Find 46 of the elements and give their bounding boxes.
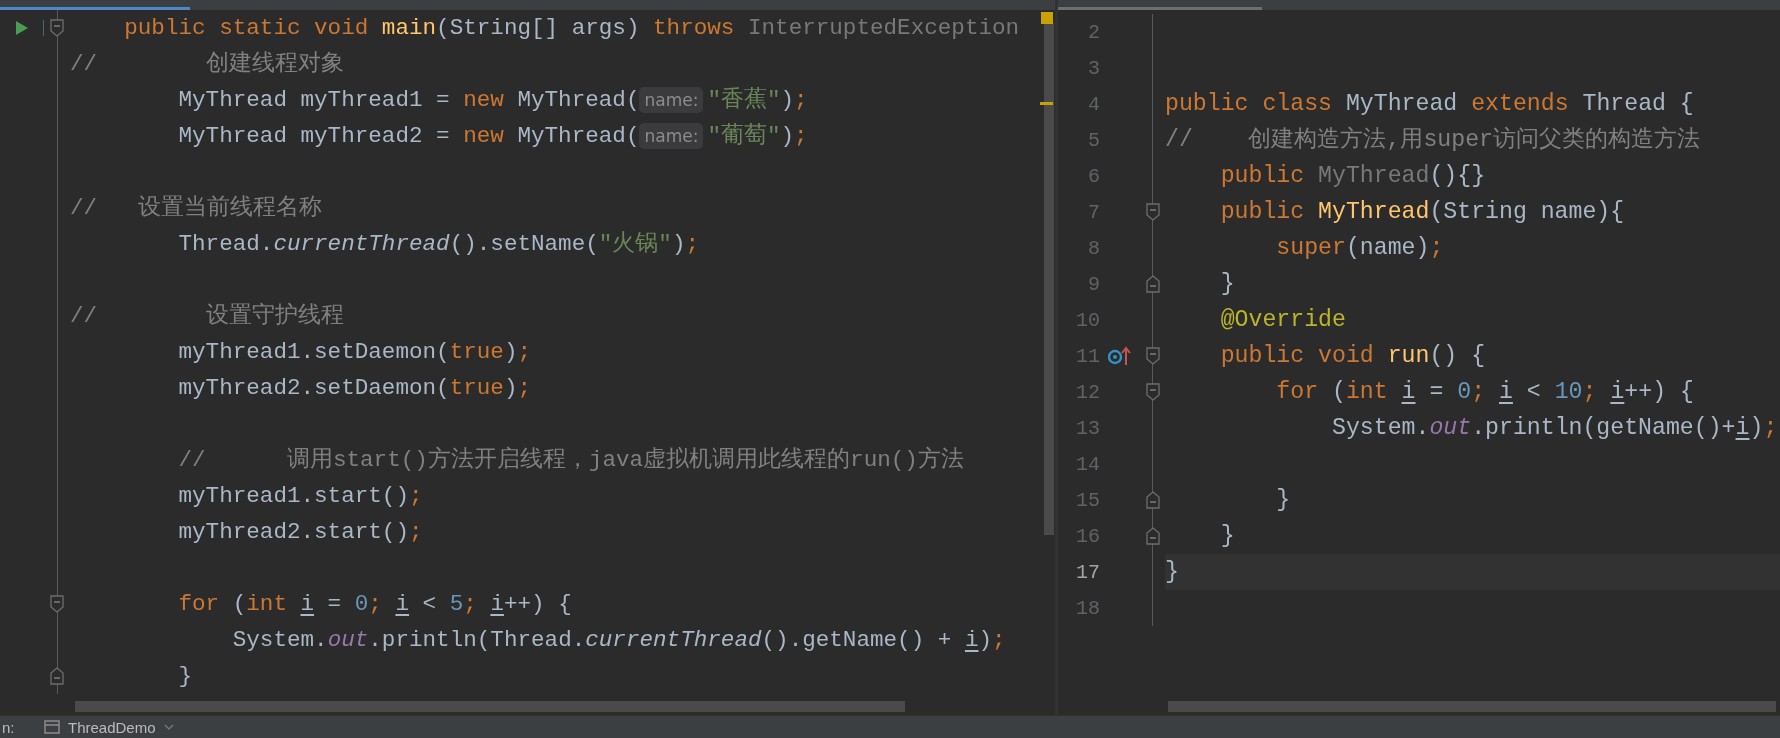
line-number: 6 xyxy=(1087,164,1100,188)
line-number: 11 xyxy=(1075,344,1100,368)
code-line: // 设置守护线程 xyxy=(70,301,345,331)
code-line: } xyxy=(1219,270,1236,299)
line-number: 9 xyxy=(1087,272,1100,296)
line-number: 5 xyxy=(1087,128,1100,152)
line-number: 14 xyxy=(1075,452,1100,476)
line-number: 8 xyxy=(1087,236,1100,260)
code-line: // 创建构造方法,用super访问父类的构造方法 xyxy=(1165,125,1701,155)
code-line: myThread1.start(); xyxy=(177,482,424,511)
code-line: Thread.currentThread().setName("火锅"); xyxy=(177,230,701,259)
code-line: public MyThread(String name){ xyxy=(1219,198,1626,227)
line-number: 17 xyxy=(1075,560,1100,584)
line-number: 3 xyxy=(1087,56,1100,80)
line-number: 18 xyxy=(1075,596,1100,620)
line-number: 12 xyxy=(1075,380,1100,404)
line-number: 2 xyxy=(1087,20,1100,44)
code-line: MyThread myThread1 = new MyThread( name: "香蕉"); xyxy=(177,86,809,115)
code-line: super(name); xyxy=(1275,234,1445,263)
run-configuration-tab[interactable]: ThreadDemo xyxy=(40,718,178,736)
code-line: myThread1.setDaemon(true); xyxy=(177,338,532,367)
code-line: public static void main(String[] args) throws InterruptedException xyxy=(123,14,1021,43)
code-line: public class MyThread extends Thread { xyxy=(1165,90,1695,119)
code-line: System.out.println(getName()+i); xyxy=(1330,414,1779,443)
code-line: public void run() { xyxy=(1219,342,1487,371)
code-line: } xyxy=(1275,486,1292,515)
code-line: // 调用start()方法开启线程，java虚拟机调用此线程的run()方法 xyxy=(177,445,965,475)
code-line: // 创建线程对象 xyxy=(70,50,345,79)
code-line: myThread2.start(); xyxy=(177,518,424,547)
code-line: MyThread myThread2 = new MyThread( name: "葡萄"); xyxy=(177,122,809,151)
code-line: @Override xyxy=(1219,306,1347,335)
code-line: System.out.println(Thread.currentThread().getName() + i); xyxy=(231,626,1007,655)
code-line: } xyxy=(177,662,194,691)
code-line: for (int i = 0; i < 10; i++) { xyxy=(1275,378,1695,407)
line-number: 16 xyxy=(1075,524,1100,548)
line-number: 13 xyxy=(1075,416,1100,440)
code-line: for (int i = 0; i < 5; i++) { xyxy=(177,590,573,619)
line-number: 15 xyxy=(1075,488,1100,512)
line-number: 7 xyxy=(1087,200,1100,224)
run-label: n: xyxy=(1,718,16,736)
code-line: } xyxy=(1219,522,1236,551)
line-number: 10 xyxy=(1075,308,1100,332)
code-line: public MyThread(){} xyxy=(1219,162,1487,191)
code-line: myThread2.setDaemon(true); xyxy=(177,374,532,403)
line-number: 4 xyxy=(1087,92,1100,116)
code-line: // 设置当前线程名称 xyxy=(70,194,323,223)
